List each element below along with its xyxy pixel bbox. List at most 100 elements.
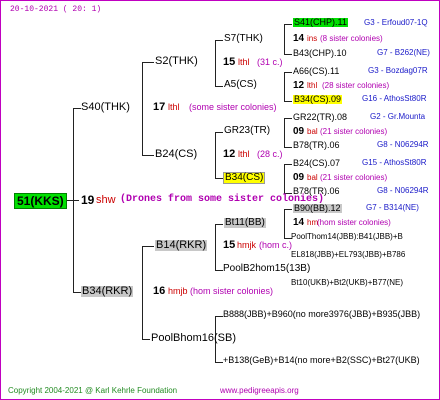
connector bbox=[284, 118, 292, 119]
g5-code: bal bbox=[307, 127, 318, 136]
node-b34rkr: B34(RKR) bbox=[81, 285, 134, 297]
node-poolbhom: PoolBhom16(SB) bbox=[151, 332, 236, 344]
g5-id: GR22(TR).08 bbox=[293, 112, 348, 122]
g5-note: (21 sister colonies) bbox=[320, 173, 388, 182]
g5-id: S41(CHP).11 bbox=[293, 17, 348, 27]
g5-note: (28 sister colonies) bbox=[322, 81, 390, 90]
connector bbox=[142, 339, 150, 340]
connector bbox=[284, 24, 292, 25]
g5-id: B24(CS).07 bbox=[293, 158, 341, 168]
connector bbox=[142, 246, 143, 339]
g5-ref: G8 - N06294R bbox=[377, 140, 429, 149]
node-bt11: Bt11(BB) bbox=[224, 217, 266, 228]
gen1-number: 19 bbox=[81, 193, 95, 207]
g5-note: (8 sister colonies) bbox=[320, 34, 383, 43]
gr23-number: 12 bbox=[223, 148, 236, 160]
g5-id: EL818(JBB)+EL793(JBB)+B786 bbox=[291, 250, 406, 259]
connector bbox=[284, 24, 285, 54]
connector bbox=[284, 72, 285, 101]
connector bbox=[284, 101, 292, 102]
root-queen: 51(KKS) bbox=[14, 193, 67, 209]
node-poolb2: PoolB2hom15(13B) bbox=[223, 263, 311, 274]
node-a5: A5(CS) bbox=[224, 79, 257, 90]
gr23-note: (28 c.) bbox=[257, 149, 283, 159]
connector bbox=[215, 316, 223, 317]
connector bbox=[142, 62, 154, 63]
copyright-footer: Copyright 2004-2021 @ Karl Kehrle Founda… bbox=[8, 386, 178, 395]
b34rkr-note: (hom sister colonies) bbox=[190, 286, 274, 296]
g5-ref: G8 - N06294R bbox=[377, 186, 429, 195]
connector bbox=[284, 118, 285, 147]
g5-id: B90(BB).12 bbox=[293, 203, 342, 213]
connector bbox=[142, 246, 154, 247]
g5-id: B34(CS).09 bbox=[293, 94, 343, 104]
node-s40: S40(THK) bbox=[81, 101, 130, 113]
connector bbox=[142, 155, 154, 156]
connector bbox=[73, 108, 74, 293]
g5-id: B43(CHP).10 bbox=[293, 48, 347, 58]
g5-code: ins bbox=[307, 34, 318, 43]
connector bbox=[215, 86, 223, 87]
g5-ref: G16 - AthosSt80R bbox=[362, 94, 427, 103]
connector bbox=[215, 40, 216, 86]
g5-code: lthl bbox=[307, 81, 318, 90]
g5-ref: G3 - Bozdag07R bbox=[368, 66, 428, 75]
connector bbox=[215, 178, 223, 179]
g5-number: 09 bbox=[293, 172, 305, 183]
g5-ref: G3 - Erfoud07-1Q bbox=[364, 18, 428, 27]
g5-number: 14 bbox=[293, 33, 305, 44]
s7-code: lthl bbox=[238, 57, 250, 67]
g5-id: A66(CS).11 bbox=[293, 66, 340, 76]
connector bbox=[73, 292, 81, 293]
g5-number: 09 bbox=[293, 126, 305, 137]
node-b24: B24(CS) bbox=[155, 148, 198, 160]
connector bbox=[215, 40, 223, 41]
g5-ref: G7 - B262(NE) bbox=[377, 48, 430, 57]
node-b138: +B138(GeB)+B14(no more+B2(SSC)+Bt27(UKB) bbox=[223, 355, 420, 365]
connector bbox=[284, 209, 292, 210]
s7-note: (31 c.) bbox=[257, 57, 283, 67]
connector bbox=[215, 132, 223, 133]
website-link[interactable]: www.pedigreeapis.org bbox=[220, 387, 299, 395]
node-b14: B14(RKR) bbox=[155, 239, 208, 251]
g5-note: (hom sister colonies) bbox=[317, 218, 391, 227]
g5-ref: G15 - AthosSt80R bbox=[362, 158, 427, 167]
gen1-code: shw bbox=[96, 194, 116, 206]
node-b34cs: B34(CS) bbox=[223, 172, 266, 184]
connector bbox=[215, 132, 216, 178]
b14-code: hmjk bbox=[237, 240, 257, 250]
connector bbox=[284, 164, 292, 165]
g5-number: 14 bbox=[293, 217, 305, 228]
g5-ref: G2 - Gr.Mounta bbox=[370, 112, 426, 121]
g5-id: B78(TR).06 bbox=[293, 186, 340, 196]
connector bbox=[215, 224, 216, 270]
g5-note: (21 sister colonies) bbox=[320, 127, 388, 136]
date-header: 20-10-2021 ( 20: 1) bbox=[10, 5, 102, 14]
g5-id: PoolThom14(JBB):B41(JBB)+B bbox=[291, 232, 403, 241]
g5-id: Bt10(UKB)+Bt2(UKB)+B77(NE) bbox=[291, 278, 404, 287]
connector bbox=[73, 108, 81, 109]
connector bbox=[142, 62, 143, 155]
connector bbox=[215, 224, 223, 225]
node-gr23: GR23(TR) bbox=[224, 125, 271, 136]
pedigree-frame: 20-10-2021 ( 20: 1) 51(KKS) 19 shw (Dron… bbox=[0, 0, 440, 400]
s40-number: 17 bbox=[153, 101, 166, 113]
g5-id: B78(TR).06 bbox=[293, 140, 340, 150]
b14-note: (hom c.) bbox=[259, 240, 293, 250]
b14-number: 15 bbox=[223, 239, 236, 251]
node-s2: S2(THK) bbox=[155, 55, 198, 67]
connector bbox=[284, 209, 285, 238]
s7-number: 15 bbox=[223, 56, 236, 68]
node-s7: S7(THK) bbox=[224, 33, 263, 44]
b34rkr-code: hmjb bbox=[168, 286, 188, 296]
node-b888: B888(JBB)+B960(no more3976(JBB)+B935(JBB… bbox=[223, 309, 421, 319]
s40-note: (some sister colonies) bbox=[189, 102, 277, 112]
g5-number: 12 bbox=[293, 80, 305, 91]
connector bbox=[284, 54, 292, 55]
connector bbox=[215, 270, 223, 271]
connector bbox=[284, 72, 292, 73]
g5-ref: G7 - B314(NE) bbox=[366, 203, 419, 212]
connector bbox=[284, 147, 292, 148]
g5-code: bal bbox=[307, 173, 318, 182]
b34rkr-number: 16 bbox=[153, 285, 166, 297]
